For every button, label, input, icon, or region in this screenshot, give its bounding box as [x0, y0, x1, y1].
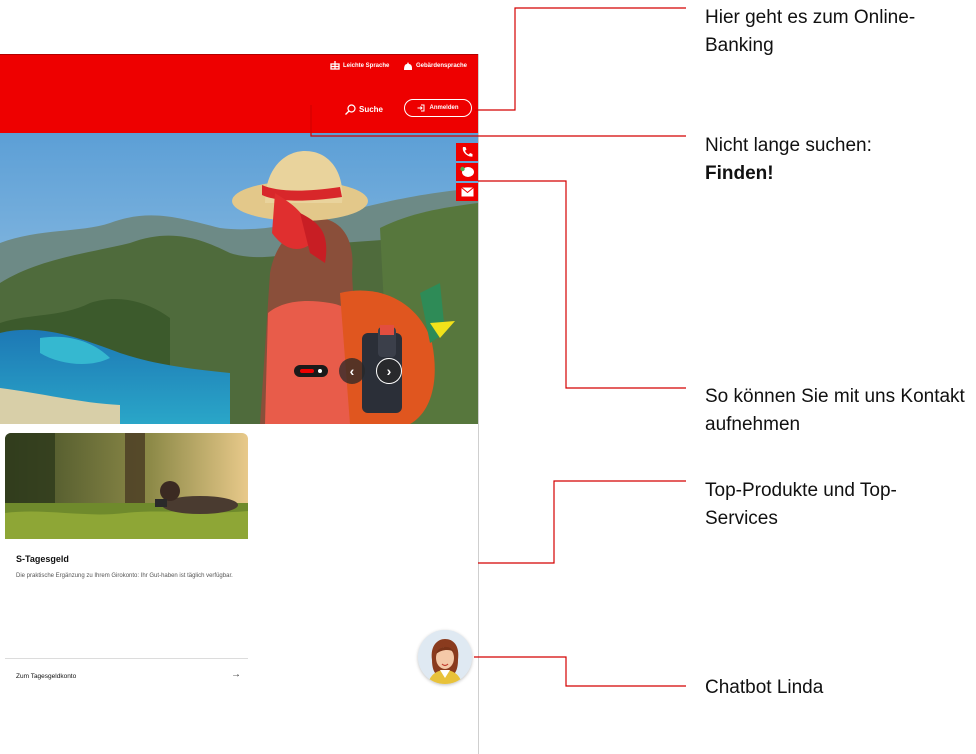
callout-chatbot-text: Chatbot Linda	[705, 677, 824, 698]
callout-search-emphasis: Finden!	[705, 163, 774, 184]
callout-search-text: Nicht lange suchen:	[705, 135, 872, 156]
callout-lines	[310, 7, 686, 687]
callout-line-contact	[478, 180, 686, 389]
callout-contact: So können Sie mit uns Kontakt aufnehmen	[705, 383, 965, 439]
callout-contact-text: So können Sie mit uns Kontakt aufnehmen	[705, 386, 965, 435]
callout-line-products	[478, 480, 686, 564]
callout-line-chatbot	[474, 656, 686, 687]
callout-online-banking-text: Hier geht es zum Online-Banking	[705, 7, 916, 56]
callout-online-banking: Hier geht es zum Online-Banking	[705, 4, 973, 60]
callout-line-online-banking	[475, 7, 686, 111]
callout-products-text: Top-Produkte und Top-Services	[705, 480, 897, 529]
callout-search: Nicht lange suchen: Finden!	[705, 132, 965, 188]
callout-chatbot: Chatbot Linda	[705, 674, 965, 702]
callout-products: Top-Produkte und Top-Services	[705, 477, 905, 533]
